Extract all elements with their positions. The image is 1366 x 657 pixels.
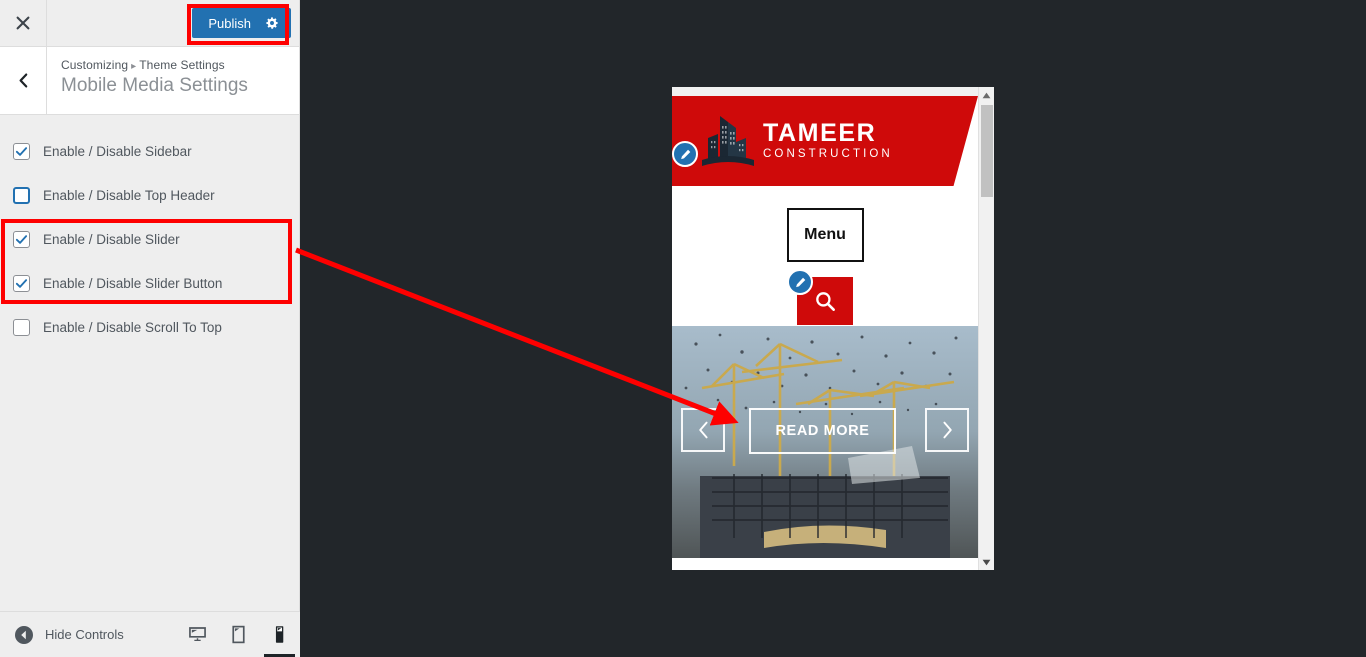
hide-controls-label: Hide Controls	[45, 627, 124, 642]
menu-button[interactable]: Menu	[786, 208, 864, 262]
search-area	[787, 269, 853, 325]
device-button-tablet[interactable]	[218, 612, 259, 657]
checkbox-enable-disable-slider-button[interactable]	[13, 274, 30, 292]
check-icon	[15, 234, 28, 244]
control-label-sidebar: Enable / Disable Sidebar	[43, 143, 192, 159]
checkbox-enable-disable-scroll-to-top[interactable]	[13, 318, 30, 336]
mobile-icon	[275, 626, 284, 643]
buildings-icon	[702, 116, 754, 166]
desktop-icon	[189, 627, 206, 642]
edit-shortcut-header[interactable]	[672, 141, 698, 167]
device-preview-buttons	[177, 612, 300, 657]
control-row-sidebar[interactable]: Enable / Disable Sidebar	[0, 129, 299, 173]
site-preview-frame: TAMEER CONSTRUCTION Menu READ MORE	[672, 87, 994, 570]
edit-shortcut-search[interactable]	[787, 269, 813, 295]
site-header: TAMEER CONSTRUCTION	[672, 96, 978, 186]
caret-down-icon	[982, 559, 991, 565]
scrollbar-up-button[interactable]	[979, 87, 994, 103]
checkbox-enable-disable-slider[interactable]	[13, 230, 30, 248]
check-icon	[15, 278, 28, 288]
site-slider: READ MORE	[672, 326, 978, 561]
chevron-left-icon	[698, 421, 708, 439]
pencil-icon	[795, 277, 805, 287]
close-icon	[16, 16, 30, 30]
panel-headings: Customizing ▸ Theme Settings Mobile Media …	[47, 47, 248, 114]
breadcrumb: Customizing ▸ Theme Settings	[61, 58, 248, 72]
logo-title: TAMEER	[763, 118, 877, 147]
checkbox-enable-disable-sidebar[interactable]	[13, 142, 30, 160]
breadcrumb-section[interactable]: Theme Settings	[139, 58, 224, 72]
close-customizer-button[interactable]	[0, 0, 47, 46]
hide-controls-button[interactable]: Hide Controls	[0, 625, 177, 645]
device-button-desktop[interactable]	[177, 612, 218, 657]
site-nav-area: Menu	[672, 186, 978, 326]
breadcrumb-root[interactable]: Customizing	[61, 58, 128, 72]
scrollbar-thumb[interactable]	[981, 105, 993, 197]
control-label-top-header: Enable / Disable Top Header	[43, 187, 215, 203]
customizer-footer: Hide Controls	[0, 611, 300, 657]
control-row-slider-button[interactable]: Enable / Disable Slider Button	[0, 261, 299, 305]
customizer-title-bar: Customizing ▸ Theme Settings Mobile Media …	[0, 47, 299, 115]
scrollbar-down-button[interactable]	[979, 554, 994, 570]
search-icon	[816, 292, 835, 311]
publish-button[interactable]: Publish	[192, 8, 291, 38]
slider-read-more-button[interactable]: READ MORE	[749, 408, 896, 454]
caret-up-icon	[982, 92, 991, 98]
chevron-right-icon	[942, 421, 952, 439]
tablet-icon	[232, 625, 245, 644]
customizer-panel: Publish Customizing ▸ Theme Settings Mobil…	[0, 0, 300, 657]
control-label-scroll-to-top: Enable / Disable Scroll To Top	[43, 319, 222, 335]
gear-icon[interactable]	[265, 16, 279, 30]
pencil-icon	[680, 149, 690, 159]
preview-top-spacer	[672, 87, 978, 96]
page-title: Mobile Media Settings	[61, 75, 248, 96]
logo-text: TAMEER CONSTRUCTION	[763, 118, 893, 161]
check-icon	[15, 146, 28, 156]
slider-prev-button[interactable]	[681, 408, 725, 452]
preview-viewport: TAMEER CONSTRUCTION Menu READ MORE	[672, 87, 978, 570]
control-row-scroll-to-top[interactable]: Enable / Disable Scroll To Top	[0, 305, 299, 349]
control-label-slider: Enable / Disable Slider	[43, 231, 180, 247]
control-label-slider-button: Enable / Disable Slider Button	[43, 275, 223, 291]
slider-next-button[interactable]	[925, 408, 969, 452]
breadcrumb-separator-icon: ▸	[131, 61, 137, 72]
site-logo[interactable]: TAMEER CONSTRUCTION	[702, 112, 893, 168]
control-list: Enable / Disable Sidebar Enable / Disabl…	[0, 115, 299, 349]
control-row-top-header[interactable]: Enable / Disable Top Header	[0, 173, 299, 217]
collapse-left-icon	[15, 625, 33, 644]
logo-subtitle: CONSTRUCTION	[763, 147, 893, 160]
preview-scrollbar[interactable]	[978, 87, 994, 570]
chevron-left-icon	[19, 73, 27, 88]
preview-bottom-spacer	[672, 558, 978, 570]
control-row-slider[interactable]: Enable / Disable Slider	[0, 217, 299, 261]
publish-button-label: Publish	[208, 15, 251, 31]
back-button[interactable]	[0, 47, 47, 114]
device-button-mobile[interactable]	[259, 612, 300, 657]
customizer-header: Publish	[0, 0, 299, 47]
publish-button-area: Publish	[47, 8, 299, 38]
checkbox-enable-disable-top-header[interactable]	[13, 186, 30, 204]
